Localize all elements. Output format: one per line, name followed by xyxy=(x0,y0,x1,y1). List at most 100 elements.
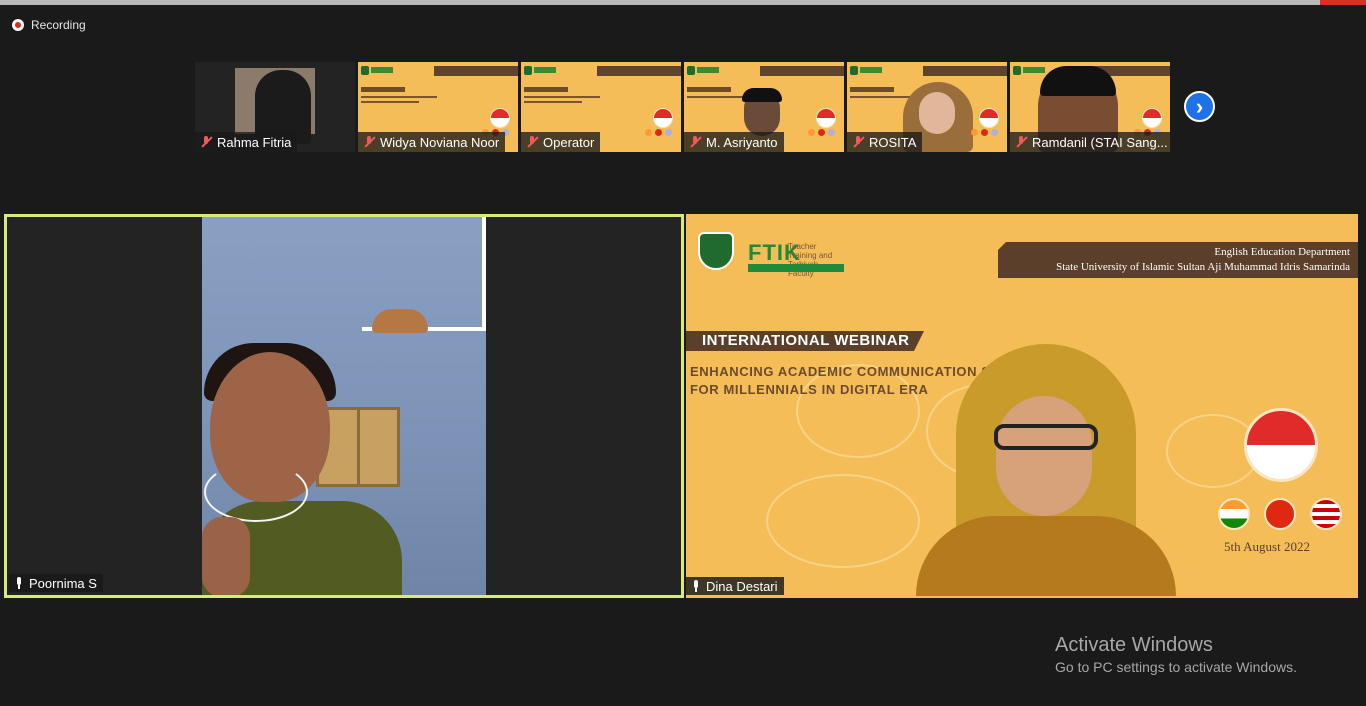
presenter-face xyxy=(996,396,1092,516)
participant-thumbnail[interactable]: Widya Noviana Noor xyxy=(358,62,518,152)
event-date: 5th August 2022 xyxy=(1224,539,1310,554)
thumbnail-label: Ramdanil (STAI Sang... xyxy=(1010,132,1170,152)
mini-dept-band xyxy=(597,66,681,76)
china-flag-icon xyxy=(655,129,662,136)
mic-icon xyxy=(691,580,701,592)
activate-windows-subtitle: Go to PC settings to activate Windows. xyxy=(1055,659,1297,675)
uin-logo-icon xyxy=(850,66,858,75)
active-speaker-tile[interactable]: Poornima S xyxy=(4,214,684,598)
mini-dept-band xyxy=(760,66,844,76)
webinar-title: INTERNATIONAL WEBINAR xyxy=(702,332,910,349)
mini-text-line xyxy=(361,101,419,103)
participant-name: ROSITA xyxy=(869,134,917,150)
ftik-logo-icon xyxy=(697,67,719,73)
participant-face xyxy=(919,92,955,134)
thumbnail-label: ROSITA xyxy=(847,132,923,152)
presenter-glasses xyxy=(994,424,1098,450)
top-bar-accent xyxy=(1320,0,1366,5)
malaysia-flag-icon xyxy=(991,129,998,136)
next-page-button[interactable]: › xyxy=(1184,91,1215,122)
presenter-video xyxy=(916,344,1176,596)
mini-flags xyxy=(971,129,998,136)
india-flag-icon xyxy=(1218,498,1250,530)
china-flag-icon xyxy=(1264,498,1296,530)
thumbnail-label: Rahma Fitria xyxy=(195,132,298,152)
mini-title-band xyxy=(361,87,405,92)
participant-thumbnail[interactable]: ROSITA xyxy=(847,62,1007,152)
mic-muted-icon xyxy=(526,136,538,148)
mini-title-band xyxy=(524,87,568,92)
india-flag-icon xyxy=(808,129,815,136)
indonesia-flag-icon xyxy=(816,108,836,128)
mini-slide-header xyxy=(684,62,844,80)
malaysia-flag-icon xyxy=(665,129,672,136)
participant-thumbnail[interactable]: Operator xyxy=(521,62,681,152)
shelf-object xyxy=(372,309,428,333)
uin-logo-icon xyxy=(1013,66,1021,75)
mic-muted-icon xyxy=(852,136,864,148)
china-flag-icon xyxy=(818,129,825,136)
participant-hand xyxy=(202,517,250,595)
indonesia-flag-icon xyxy=(653,108,673,128)
indonesia-flag-icon xyxy=(490,108,510,128)
department-line-2: State University of Islamic Sultan Aji M… xyxy=(1056,261,1350,273)
participant-name: Widya Noviana Noor xyxy=(380,134,500,150)
indonesia-flag-icon xyxy=(979,108,999,128)
mini-title-band xyxy=(850,87,894,92)
ftik-underline xyxy=(748,264,844,272)
uin-logo-icon xyxy=(687,66,695,75)
uin-logo-icon xyxy=(698,232,734,270)
ftik-subtitle: Teacher Training and Tarbiyah Faculty xyxy=(788,242,833,278)
uin-logo-icon xyxy=(524,66,532,75)
indonesia-flag-icon xyxy=(1142,108,1162,128)
indonesia-flag-icon xyxy=(1244,408,1318,482)
india-flag-icon xyxy=(645,129,652,136)
india-flag-icon xyxy=(971,129,978,136)
thumbnail-label: M. Asriyanto xyxy=(684,132,784,152)
participant-name-tag: Poornima S xyxy=(9,574,103,592)
activate-windows-title: Activate Windows xyxy=(1055,634,1213,656)
mini-text-line xyxy=(524,101,582,103)
mini-slide-header xyxy=(521,62,681,80)
participant-thumbnail[interactable]: Ramdanil (STAI Sang... xyxy=(1010,62,1170,152)
department-line-1: English Education Department xyxy=(1214,246,1350,258)
mini-text-line xyxy=(524,96,600,98)
earphone-wire xyxy=(204,462,308,522)
mic-muted-icon xyxy=(363,136,375,148)
mic-muted-icon xyxy=(689,136,701,148)
mini-flags xyxy=(645,129,672,136)
mini-slide-header xyxy=(358,62,518,80)
participant-hair xyxy=(742,88,782,102)
recording-label: Recording xyxy=(31,18,86,32)
uin-logo-icon xyxy=(361,66,369,75)
china-flag-icon xyxy=(981,129,988,136)
recording-indicator: Recording xyxy=(12,18,86,32)
ftik-logo-icon xyxy=(860,67,882,73)
camera-feed xyxy=(202,217,486,595)
department-band: English Education Department State Unive… xyxy=(998,242,1358,278)
topic-line-2: FOR MILLENNIALS IN DIGITAL ERA xyxy=(690,382,929,397)
ftik-logo-icon xyxy=(534,67,556,73)
participant-name: Ramdanil (STAI Sang... xyxy=(1032,134,1168,150)
decorative-cloud xyxy=(766,474,920,568)
thumbnail-label: Operator xyxy=(521,132,601,152)
participant-name: M. Asriyanto xyxy=(706,134,778,150)
presenter-body xyxy=(916,516,1176,596)
participant-name-tag: Dina Destari xyxy=(686,577,784,595)
mini-flags xyxy=(808,129,835,136)
malaysia-flag-icon xyxy=(828,129,835,136)
mini-dept-band xyxy=(434,66,518,76)
mini-text-line xyxy=(361,96,437,98)
chevron-right-icon: › xyxy=(1195,93,1204,119)
presenter-tile[interactable]: FTIK Teacher Training and Tarbiyah Facul… xyxy=(686,214,1358,598)
malaysia-flag-icon xyxy=(1310,498,1342,530)
ftik-logo-icon xyxy=(371,67,393,73)
participant-cap xyxy=(1040,66,1116,96)
participant-thumbnail[interactable]: M. Asriyanto xyxy=(684,62,844,152)
participant-thumbnail[interactable]: Rahma Fitria xyxy=(195,62,355,152)
mic-muted-icon xyxy=(200,136,212,148)
participant-name: Poornima S xyxy=(29,575,97,591)
mic-muted-icon xyxy=(1015,136,1027,148)
record-icon xyxy=(12,19,24,31)
participant-name: Operator xyxy=(543,134,595,150)
